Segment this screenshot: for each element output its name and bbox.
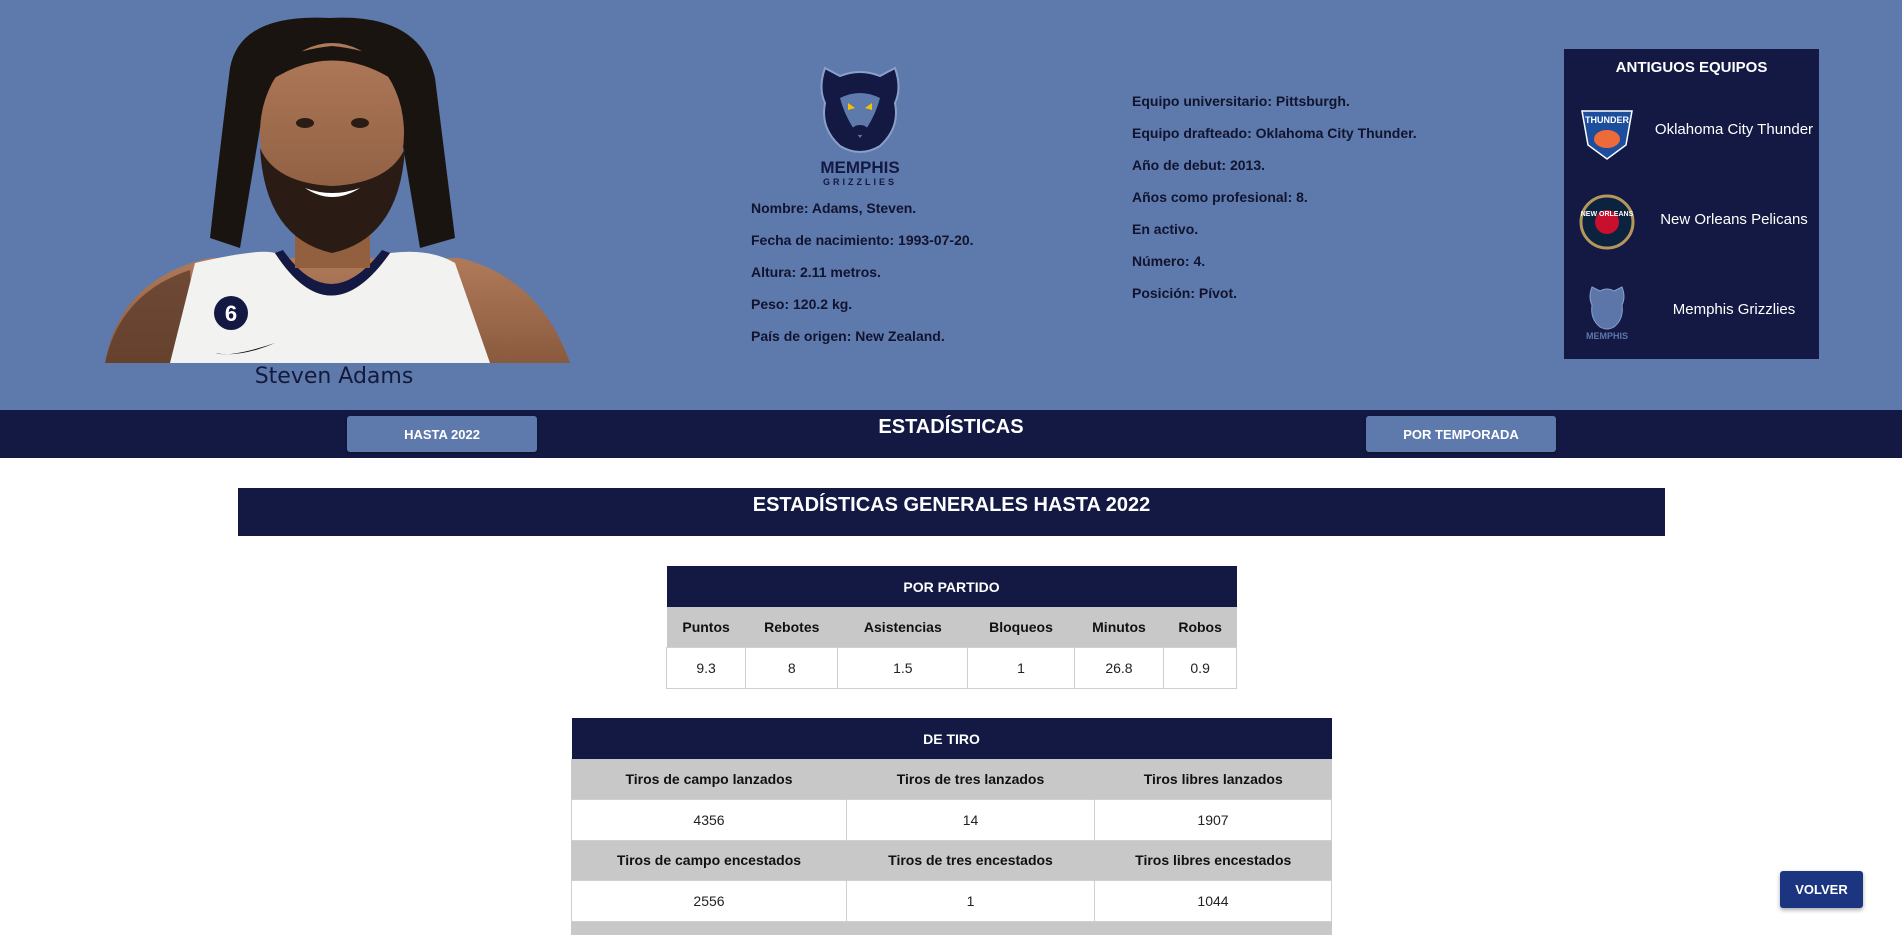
- grizzlies-logo-icon: MEMPHIS GRIZZLIES: [820, 66, 900, 187]
- col-header-tres-encestados: Tiros de tres encestados: [846, 840, 1095, 880]
- col-header-puntos: Puntos: [666, 607, 746, 647]
- info-peso: Peso: 120.2 kg.: [751, 296, 853, 312]
- svg-text:MEMPHIS: MEMPHIS: [1586, 331, 1628, 341]
- player-name: Steven Adams: [254, 364, 414, 389]
- svg-text:NEW ORLEANS: NEW ORLEANS: [1581, 211, 1634, 218]
- pelicans-logo-icon: NEW ORLEANS: [1579, 194, 1635, 250]
- hasta-2022-button[interactable]: HASTA 2022: [347, 416, 537, 452]
- value-libres-encestados: 1044: [1094, 879, 1332, 922]
- grizzlies-logo-icon: MEMPHIS: [1586, 286, 1628, 341]
- col-header-campo-encestados: Tiros de campo encestados: [571, 840, 847, 880]
- player-header: 6 Steven Adams MEMPHIS GRIZZLIES Nombre:…: [0, 0, 1902, 410]
- okc-thunder-logo-icon: THUNDER: [1581, 110, 1633, 160]
- jersey-number: 6: [225, 301, 237, 326]
- value-bloqueos: 1: [967, 646, 1075, 689]
- player-info-left: Nombre: Adams, Steven. Fecha de nacimien…: [751, 192, 974, 352]
- former-teams-panel: ANTIGUOS EQUIPOS THUNDER Oklahoma City T…: [1564, 49, 1819, 359]
- svg-text:THUNDER: THUNDER: [1585, 115, 1629, 125]
- stats-nav-bar: HASTA 2022 ESTADÍSTICAS POR TEMPORADA: [0, 410, 1902, 458]
- value-campo-encestados: 2556: [571, 879, 847, 922]
- former-team-name: Oklahoma City Thunder: [1654, 121, 1814, 138]
- value-minutos: 26.8: [1073, 646, 1165, 689]
- former-team-name: Memphis Grizzlies: [1672, 301, 1796, 318]
- col-header-libres-encestados: Tiros libres encestados: [1094, 840, 1332, 880]
- former-teams-title: ANTIGUOS EQUIPOS: [1615, 59, 1768, 76]
- info-equipo-drafteado: Equipo drafteado: Oklahoma City Thunder.: [1132, 125, 1417, 141]
- value-puntos: 9.3: [665, 646, 747, 689]
- info-ano-debut: Año de debut: 2013.: [1132, 157, 1266, 173]
- stats-title: ESTADÍSTICAS: [878, 416, 1024, 438]
- value-tres-lanzados: 14: [846, 798, 1095, 841]
- table-header-row-partial: [571, 922, 1332, 935]
- value-robos: 0.9: [1163, 646, 1237, 689]
- player-photo: 6: [105, 17, 570, 363]
- team-logo: MEMPHIS GRIZZLIES: [800, 58, 920, 188]
- table-row: 2556 1 1044: [571, 879, 1332, 922]
- col-header-libres-lanzados: Tiros libres lanzados: [1094, 759, 1332, 799]
- table-row: 9.3 8 1.5 1 26.8 0.9: [665, 646, 1237, 689]
- per-game-caption: POR PARTIDO: [666, 566, 1237, 607]
- col-header-tres-lanzados: Tiros de tres lanzados: [846, 759, 1095, 799]
- svg-text:MEMPHIS: MEMPHIS: [820, 158, 899, 177]
- col-header-robos: Robos: [1163, 607, 1237, 647]
- value-asistencias: 1.5: [837, 646, 969, 689]
- value-rebotes: 8: [745, 646, 839, 689]
- col-header-asistencias: Asistencias: [837, 607, 968, 647]
- info-nombre: Nombre: Adams, Steven.: [751, 200, 917, 216]
- svg-text:GRIZZLIES: GRIZZLIES: [823, 177, 897, 187]
- former-team-name: New Orleans Pelicans: [1660, 211, 1808, 228]
- col-header-bloqueos: Bloqueos: [967, 607, 1075, 647]
- info-anos-profesional: Años como profesional: 8.: [1132, 189, 1308, 205]
- section-title: ESTADÍSTICAS GENERALES HASTA 2022: [238, 488, 1665, 536]
- col-header-campo-lanzados: Tiros de campo lanzados: [571, 759, 847, 799]
- value-campo-lanzados: 4356: [571, 798, 847, 841]
- info-altura: Altura: 2.11 metros.: [751, 264, 881, 280]
- per-game-table: POR PARTIDO Puntos Rebotes Asistencias B…: [665, 566, 1237, 689]
- former-team-pelicans: NEW ORLEANS New Orleans Pelicans: [1564, 187, 1819, 257]
- info-en-activo: En activo.: [1132, 221, 1199, 237]
- value-libres-lanzados: 1907: [1094, 798, 1332, 841]
- info-numero: Número: 4.: [1132, 253, 1206, 269]
- shooting-table: DE TIRO Tiros de campo lanzados Tiros de…: [571, 718, 1332, 922]
- former-team-okc: THUNDER Oklahoma City Thunder: [1564, 97, 1819, 167]
- info-pais: País de origen: New Zealand.: [751, 328, 945, 344]
- table-row: 4356 14 1907: [571, 798, 1332, 841]
- former-team-grizzlies: MEMPHIS Memphis Grizzlies: [1564, 277, 1819, 347]
- info-fecha-nacimiento: Fecha de nacimiento: 1993-07-20.: [751, 232, 974, 248]
- info-posicion: Posición: Pívot.: [1132, 285, 1238, 301]
- volver-button[interactable]: VOLVER: [1780, 871, 1863, 908]
- player-info-right: Equipo universitario: Pittsburgh. Equipo…: [1132, 85, 1417, 309]
- value-tres-encestados: 1: [846, 879, 1095, 922]
- shooting-caption: DE TIRO: [571, 718, 1332, 759]
- col-header-rebotes: Rebotes: [745, 607, 838, 647]
- col-header-minutos: Minutos: [1074, 607, 1164, 647]
- por-temporada-button[interactable]: POR TEMPORADA: [1366, 416, 1556, 452]
- info-equipo-universitario: Equipo universitario: Pittsburgh.: [1132, 93, 1350, 109]
